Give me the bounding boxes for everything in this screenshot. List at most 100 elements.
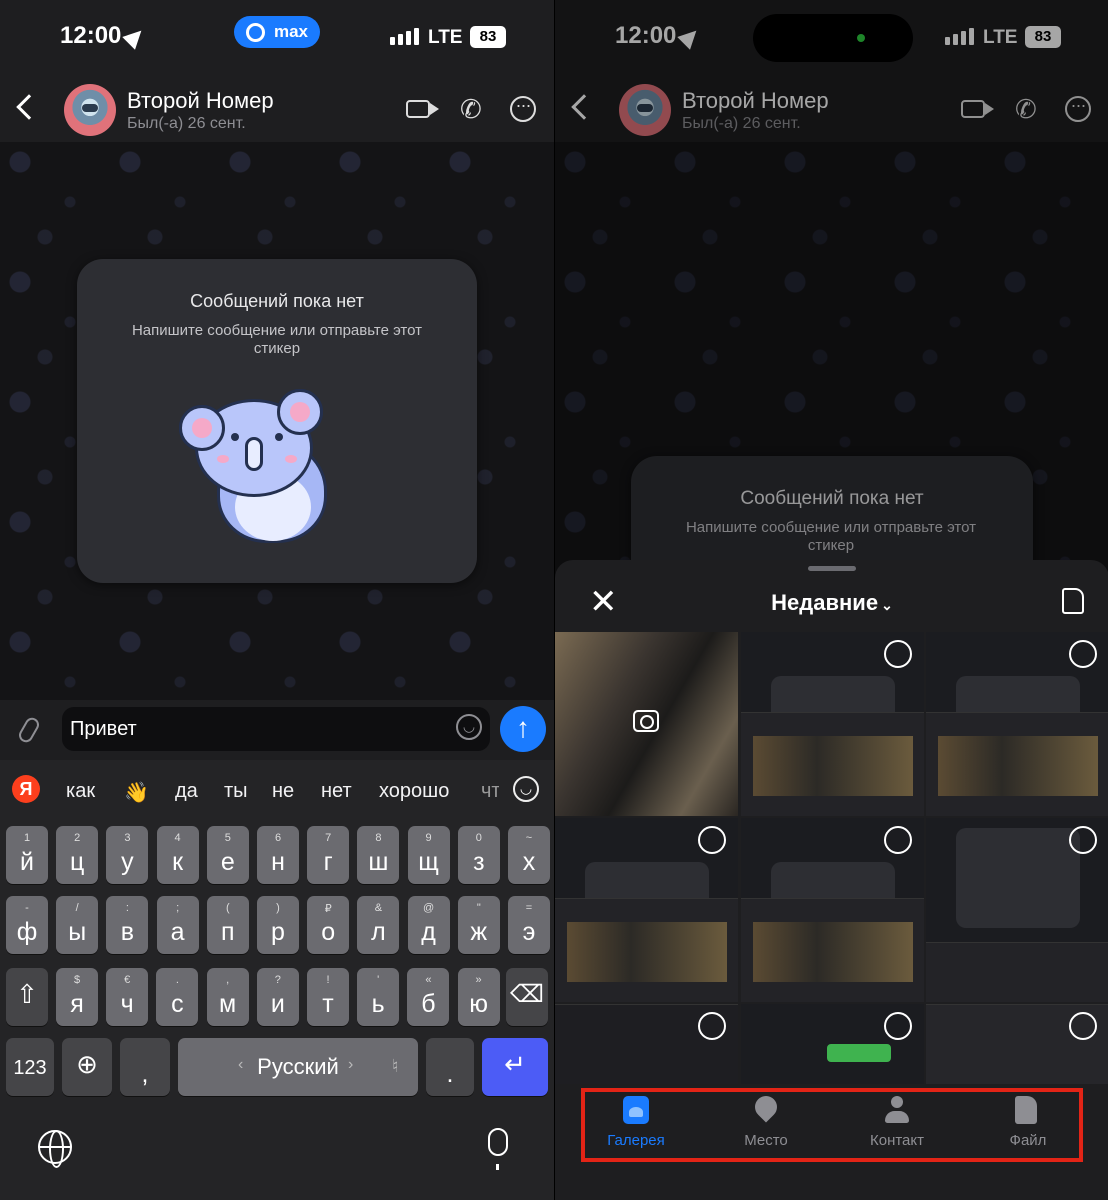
select-circle[interactable]	[884, 1012, 912, 1040]
suggestion-item[interactable]: нет	[321, 780, 352, 803]
select-circle[interactable]	[884, 640, 912, 668]
key[interactable]: ~ х	[508, 826, 550, 884]
select-circle[interactable]	[698, 826, 726, 854]
backspace-key[interactable]: ⌫	[506, 968, 548, 1026]
message-input[interactable]	[62, 707, 490, 751]
album-title: Недавние	[771, 590, 879, 615]
key[interactable]: ! т	[307, 968, 349, 1026]
key[interactable]: -ф	[6, 896, 48, 954]
thumbnail-photo	[753, 736, 913, 796]
koala-cheek-left	[217, 455, 229, 463]
key[interactable]: 0з	[457, 826, 500, 884]
key-alt-label: !	[326, 974, 330, 986]
koala-sticker[interactable]	[179, 381, 357, 551]
sheet-grabber[interactable]	[808, 566, 856, 571]
suggestion-item[interactable]: 👋	[124, 780, 149, 805]
select-circle[interactable]	[1069, 826, 1097, 854]
key[interactable]: :в	[106, 896, 149, 954]
emoji-keyboard-icon[interactable]: ◡	[513, 776, 539, 802]
key[interactable]: ' ь	[357, 968, 400, 1026]
max-app-pill[interactable]: max	[234, 16, 320, 48]
key[interactable]: «б	[407, 968, 450, 1026]
attach-icon[interactable]	[16, 715, 42, 745]
key[interactable]: ₽ о	[307, 896, 350, 954]
select-circle[interactable]	[698, 1012, 726, 1040]
key-alt-label: @	[423, 902, 435, 914]
key[interactable]: 7г	[307, 826, 350, 884]
return-key[interactable]: ↵	[482, 1038, 548, 1096]
key[interactable]: 8ш	[357, 826, 400, 884]
key-label: ь	[371, 990, 385, 1018]
key-alt-label: (	[225, 902, 230, 914]
gallery-thumbnail[interactable]	[555, 818, 738, 1002]
key[interactable]: = э	[508, 896, 550, 954]
key[interactable]: ; а	[156, 896, 199, 954]
back-icon[interactable]	[16, 94, 42, 120]
album-selector[interactable]: Недавние ⌄	[555, 590, 1108, 616]
empty-chat-card: Сообщений пока нет Напишите сообщение ил…	[77, 259, 477, 583]
document-icon[interactable]	[1062, 588, 1084, 614]
more-options-icon[interactable]: ···	[510, 96, 536, 122]
location-arrow-icon	[122, 24, 148, 50]
dictation-mic-icon[interactable]	[488, 1128, 508, 1170]
chat-header: Второй Номер Был(-а) 26 сент. ✆ ···	[0, 72, 554, 142]
key[interactable]: 4к	[156, 826, 199, 884]
key[interactable]: 5е	[206, 826, 249, 884]
chevron-down-icon: ⌄	[881, 597, 893, 613]
gallery-thumbnail[interactable]	[741, 818, 924, 1002]
camera-tile[interactable]	[555, 632, 738, 816]
shift-icon: ⇧	[16, 979, 38, 1009]
send-button[interactable]: ↑	[500, 706, 546, 752]
suggestion-item[interactable]: не	[272, 780, 294, 803]
key[interactable]: 1й	[6, 826, 48, 884]
key[interactable]: " ж	[457, 896, 500, 954]
gallery-thumbnail[interactable]	[926, 632, 1108, 816]
status-bar: 12:00 max LTE 83	[0, 0, 554, 72]
comma-key[interactable]: ,	[120, 1038, 170, 1096]
key[interactable]: 6н	[257, 826, 299, 884]
emoji-icon[interactable]: ◡	[456, 714, 482, 740]
key-alt-label: 1	[23, 832, 31, 844]
yandex-logo-icon[interactable]: Я	[12, 775, 40, 803]
key[interactable]: @ д	[407, 896, 450, 954]
period-key[interactable]: .	[426, 1038, 474, 1096]
avatar[interactable]	[64, 84, 116, 136]
key[interactable]: ) р	[257, 896, 299, 954]
key-label: я	[70, 990, 84, 1018]
suggestion-item[interactable]: да	[175, 780, 198, 803]
space-key[interactable]: Русский ‹ › ♮	[178, 1038, 418, 1096]
gallery-thumbnail[interactable]	[926, 818, 1108, 1002]
suggestion-item[interactable]: как	[66, 780, 95, 803]
key[interactable]: » ю	[457, 968, 500, 1026]
contact-name[interactable]: Второй Номер	[127, 88, 274, 114]
shift-key[interactable]: ⇧	[6, 968, 48, 1026]
key[interactable]: & л	[357, 896, 400, 954]
video-call-icon[interactable]	[406, 100, 430, 118]
key[interactable]: .с	[156, 968, 199, 1026]
language-switch-key[interactable]: ⊕	[62, 1038, 112, 1096]
numbers-key[interactable]: 123	[6, 1038, 54, 1096]
globe-icon[interactable]	[38, 1130, 72, 1168]
key[interactable]: $ я	[56, 968, 98, 1026]
phone-call-icon[interactable]: ✆	[460, 94, 482, 125]
key[interactable]: (п	[206, 896, 249, 954]
select-circle[interactable]	[1069, 1012, 1097, 1040]
gallery-thumbnail[interactable]	[741, 632, 924, 816]
key-alt-label: ₽	[324, 903, 332, 915]
suggestion-item[interactable]: хорошо	[379, 780, 449, 803]
key[interactable]: 9щ	[407, 826, 450, 884]
key[interactable]: ? и	[256, 968, 299, 1026]
suggestion-item[interactable]: чт	[481, 780, 499, 803]
attachment-screen: 12:00 LTE 83 Второй Номер Был(-а) 26 сен…	[554, 0, 1108, 1200]
suggestion-item[interactable]: ты	[224, 780, 248, 803]
key-label: 123	[13, 1057, 47, 1079]
select-circle[interactable]	[1069, 640, 1097, 668]
max-logo-icon	[246, 23, 265, 42]
key[interactable]: / ы	[56, 896, 99, 954]
key[interactable]: 2ц	[56, 826, 99, 884]
select-circle[interactable]	[884, 826, 912, 854]
key[interactable]: 3у	[106, 826, 149, 884]
key[interactable]: ,м	[206, 968, 249, 1026]
key-label: к	[172, 848, 184, 876]
key[interactable]: € ч	[106, 968, 149, 1026]
